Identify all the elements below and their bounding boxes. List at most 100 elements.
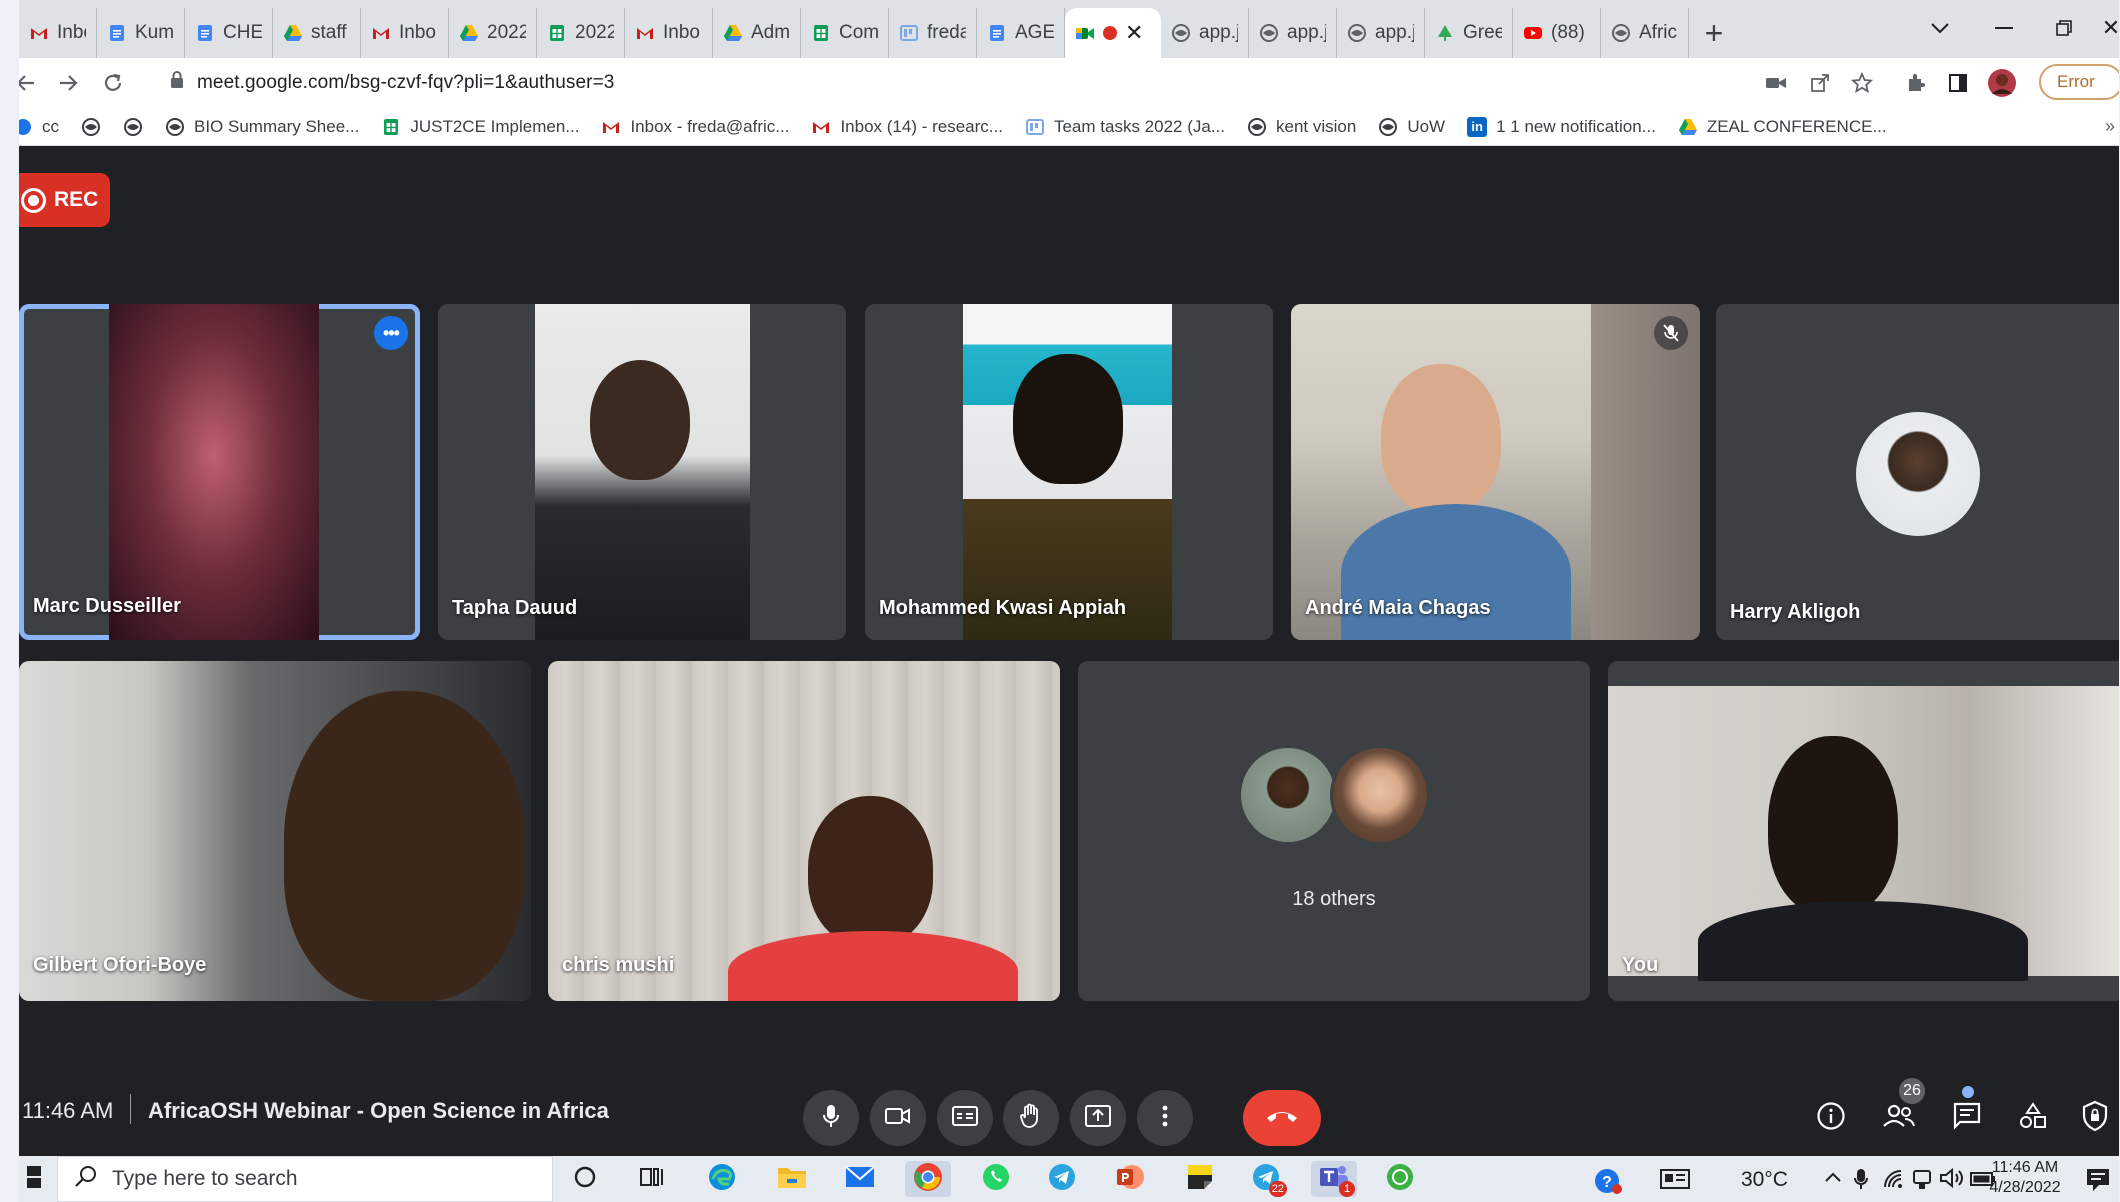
- others-tile[interactable]: 18 others: [1078, 661, 1590, 1001]
- gmail-icon: [635, 23, 655, 43]
- windows-taskbar: Type here to search 22 1 ? 30°C 11:46 AM…: [19, 1156, 2119, 1202]
- restore-button[interactable]: [2033, 4, 2095, 52]
- bookmark-globe-1[interactable]: [81, 117, 101, 137]
- tab-docs-2[interactable]: CHE: [185, 8, 273, 58]
- taskbar-app-green[interactable]: [1377, 1161, 1423, 1197]
- activities-button[interactable]: [2011, 1096, 2055, 1140]
- participant-tile[interactable]: Mohammed Kwasi Appiah: [865, 304, 1273, 640]
- volume-icon[interactable]: [1939, 1167, 1967, 1195]
- cortana-button[interactable]: [562, 1161, 608, 1197]
- reload-button[interactable]: [91, 61, 135, 105]
- forward-button[interactable]: [47, 61, 91, 105]
- recording-indicator[interactable]: REC: [19, 173, 110, 227]
- profile-error-button[interactable]: Error: [2039, 64, 2119, 100]
- tab-gmail-3[interactable]: Inbo: [625, 8, 713, 58]
- taskbar-search-box[interactable]: Type here to search: [57, 1156, 553, 1202]
- taskbar-app-telegram-desktop[interactable]: 22: [1243, 1161, 1289, 1197]
- tab-globe-4[interactable]: Afric: [1601, 8, 1689, 58]
- taskbar-app-mail[interactable]: [837, 1161, 883, 1197]
- task-view-button[interactable]: [629, 1161, 675, 1197]
- tab-meet-active[interactable]: ✕: [1065, 8, 1161, 58]
- bookmark-linkedin[interactable]: in 1 1 new notification...: [1467, 116, 1656, 137]
- taskbar-app-telegram[interactable]: [1039, 1161, 1085, 1197]
- tab-globe-2[interactable]: app.j: [1249, 8, 1337, 58]
- bookmark-kent-vision[interactable]: kent vision: [1247, 117, 1356, 137]
- participant-tile[interactable]: Gilbert Ofori-Boye: [19, 661, 531, 1001]
- help-tray-icon[interactable]: ?: [1593, 1167, 1623, 1201]
- bookmark-team-tasks[interactable]: Team tasks 2022 (Ja...: [1025, 117, 1225, 137]
- tab-gmail-2[interactable]: Inbo: [361, 8, 449, 58]
- tab-search-chevron-icon[interactable]: [1909, 4, 1971, 52]
- close-icon[interactable]: ✕: [1125, 20, 1143, 46]
- participant-tile[interactable]: Harry Akligoh: [1716, 304, 2119, 640]
- taskbar-app-chrome[interactable]: [905, 1161, 951, 1197]
- tab-youtube[interactable]: (88): [1513, 8, 1601, 58]
- participant-tile[interactable]: ••• Marc Dusseiller: [19, 304, 420, 640]
- tab-drive-1[interactable]: staff: [273, 8, 361, 58]
- connectivity-icon[interactable]: [1911, 1167, 1933, 1197]
- bookmark-star-icon[interactable]: [1845, 66, 1879, 100]
- lock-icon[interactable]: [169, 70, 185, 96]
- chat-button[interactable]: [1945, 1096, 1989, 1140]
- tray-overflow-chevron-icon[interactable]: [1823, 1167, 1843, 1190]
- tab-drive-2[interactable]: 2022: [449, 8, 537, 58]
- camera-button[interactable]: [870, 1090, 926, 1146]
- captions-button[interactable]: [937, 1090, 993, 1146]
- taskbar-app-edge[interactable]: [699, 1161, 745, 1197]
- new-tab-button[interactable]: +: [1689, 8, 1739, 58]
- profile-avatar[interactable]: [1985, 66, 2019, 100]
- taskbar-app-sticky-notes[interactable]: [1177, 1161, 1223, 1197]
- bookmark-just2ce[interactable]: JUST2CE Implemen...: [381, 117, 579, 137]
- meeting-details-button[interactable]: [1809, 1096, 1853, 1140]
- tile-more-options-button[interactable]: •••: [374, 316, 408, 350]
- wifi-icon[interactable]: [1881, 1167, 1907, 1195]
- tab-sheets-2[interactable]: Com: [801, 8, 889, 58]
- bookmarks-overflow-icon[interactable]: »: [2105, 116, 2115, 137]
- tab-drive-3[interactable]: Adm: [713, 8, 801, 58]
- taskbar-app-whatsapp[interactable]: [973, 1161, 1019, 1197]
- notification-center-icon[interactable]: [2085, 1167, 2111, 1199]
- taskbar-app-file-explorer[interactable]: [769, 1161, 815, 1197]
- call-end-icon: [1265, 1108, 1299, 1129]
- bookmark-inbox-research[interactable]: Inbox (14) - researc...: [811, 117, 1003, 137]
- microphone-button[interactable]: [803, 1090, 859, 1146]
- participant-tile[interactable]: André Maia Chagas: [1291, 304, 1700, 640]
- bookmark-inbox-freda[interactable]: Inbox - freda@afric...: [601, 117, 789, 137]
- present-screen-button[interactable]: [1070, 1090, 1126, 1146]
- raise-hand-button[interactable]: [1003, 1090, 1059, 1146]
- bookmark-uow[interactable]: UoW: [1378, 117, 1445, 137]
- participant-tile[interactable]: chris mushi: [548, 661, 1060, 1001]
- participant-tile-self[interactable]: You: [1608, 661, 2119, 1001]
- side-panel-icon[interactable]: [1941, 66, 1975, 100]
- tab-globe-1[interactable]: app.j: [1161, 8, 1249, 58]
- url-bar[interactable]: meet.google.com/bsg-czvf-fqv?pli=1&authu…: [157, 62, 1777, 104]
- share-icon[interactable]: [1803, 66, 1837, 100]
- tab-globe-3[interactable]: app.j: [1337, 8, 1425, 58]
- taskbar-app-powerpoint[interactable]: [1107, 1161, 1153, 1197]
- weather-temperature[interactable]: 30°C: [1741, 1168, 1788, 1192]
- microphone-tray-icon[interactable]: [1853, 1167, 1869, 1197]
- host-controls-button[interactable]: [2073, 1096, 2117, 1140]
- bookmark-zeal[interactable]: ZEAL CONFERENCE...: [1678, 117, 1887, 137]
- tab-tree[interactable]: Gree: [1425, 8, 1513, 58]
- participant-tile[interactable]: Tapha Dauud: [438, 304, 846, 640]
- minimize-button[interactable]: [1973, 4, 2035, 52]
- taskbar-app-teams[interactable]: 1: [1311, 1161, 1357, 1197]
- bookmark-globe-2[interactable]: [123, 117, 143, 137]
- start-button[interactable]: [19, 1156, 49, 1202]
- tab-gmail-1[interactable]: Inbo: [19, 8, 97, 58]
- window-close-button[interactable]: ✕: [2091, 4, 2119, 52]
- tab-sheets-1[interactable]: 2022: [537, 8, 625, 58]
- tab-docs-3[interactable]: AGEI: [977, 8, 1065, 58]
- bookmark-bio-summary[interactable]: BIO Summary Shee...: [165, 117, 359, 137]
- back-button[interactable]: [19, 61, 47, 105]
- weather-news-icon[interactable]: [1659, 1167, 1691, 1197]
- tab-docs-1[interactable]: Kum: [97, 8, 185, 58]
- camera-in-use-icon[interactable]: [1759, 66, 1793, 100]
- bookmark-cc[interactable]: cc: [19, 117, 59, 137]
- system-clock[interactable]: 11:46 AM 4/28/2022: [1977, 1158, 2073, 1198]
- leave-call-button[interactable]: [1243, 1090, 1321, 1146]
- more-options-button[interactable]: [1137, 1090, 1193, 1146]
- tab-board[interactable]: freda: [889, 8, 977, 58]
- extensions-icon[interactable]: [1899, 66, 1933, 100]
